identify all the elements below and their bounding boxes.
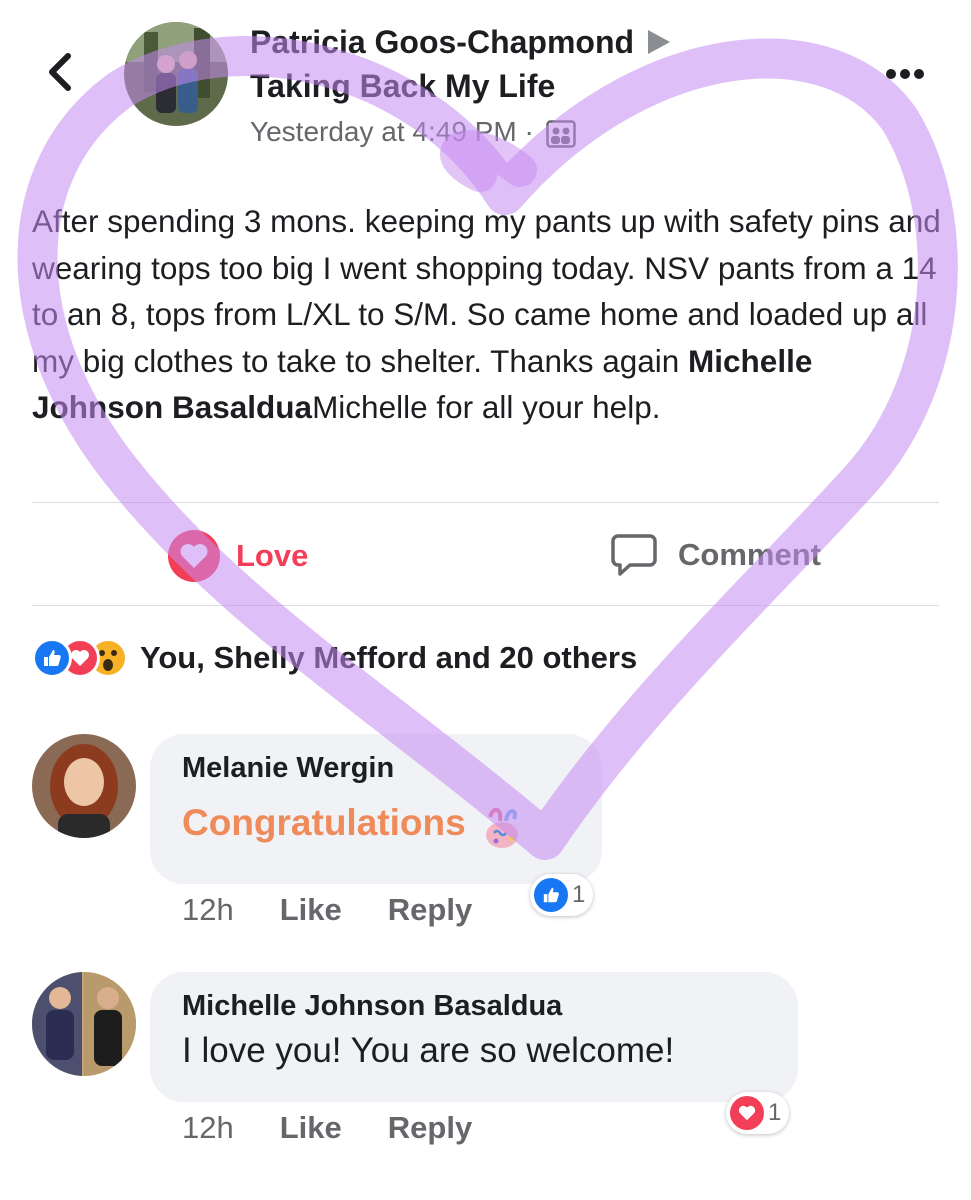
comment-button[interactable]: Comment <box>610 532 821 578</box>
post-text: After spending 3 mons. keeping my pants … <box>32 198 942 431</box>
back-chevron-icon[interactable] <box>38 48 86 96</box>
comment-text: I love you! You are so welcome! <box>182 1031 675 1070</box>
reactions-summary-text: You, Shelly Mefford and 20 others <box>140 640 638 675</box>
like-reaction-icon <box>534 878 568 912</box>
commenter-name[interactable]: Michelle Johnson Basaldua <box>182 990 766 1023</box>
share-arrow-icon <box>648 29 671 54</box>
reactions-summary[interactable]: You, Shelly Mefford and 20 others <box>32 638 637 678</box>
comment-icon <box>611 534 657 576</box>
group-audience-icon <box>545 119 576 148</box>
like-reaction-icon <box>32 638 72 678</box>
comment-bubble[interactable]: Melanie Wergin Congratulations <box>150 734 602 884</box>
comment-meta: 12h Like Reply <box>182 892 472 928</box>
divider-top <box>32 502 939 503</box>
author-line: Patricia Goos-Chapmond <box>250 24 671 61</box>
comment-text: Congratulations <box>182 799 570 851</box>
comment-button-label: Comment <box>678 537 821 572</box>
post-timestamp[interactable]: Yesterday at 4:49 PM <box>250 116 517 147</box>
author-name[interactable]: Patricia Goos-Chapmond <box>250 24 634 60</box>
love-button-label: Love <box>236 538 309 573</box>
divider-bottom <box>32 605 939 606</box>
comment-time[interactable]: 12h <box>182 1110 234 1146</box>
love-reaction-icon <box>730 1096 764 1130</box>
commenter-name[interactable]: Melanie Wergin <box>182 752 570 785</box>
comment-like-button[interactable]: Like <box>280 1110 342 1146</box>
comment-reply-button[interactable]: Reply <box>388 892 472 928</box>
more-options-icon[interactable] <box>886 66 932 80</box>
comment-reaction-badge[interactable]: 1 <box>530 874 594 916</box>
love-reaction-icon <box>168 530 220 582</box>
confetti-icon <box>485 807 518 848</box>
commenter-avatar[interactable] <box>32 734 136 838</box>
post-text-after: Michelle for all your help. <box>312 389 661 425</box>
comment-text-value: Congratulations <box>182 801 466 843</box>
comment-time[interactable]: 12h <box>182 892 234 928</box>
comment-bubble[interactable]: Michelle Johnson Basaldua I love you! Yo… <box>150 972 798 1102</box>
comment-reply-button[interactable]: Reply <box>388 1110 472 1146</box>
group-name[interactable]: Taking Back My Life <box>250 68 555 105</box>
commenter-avatar[interactable] <box>32 972 136 1076</box>
comment-reaction-count: 1 <box>572 881 586 908</box>
author-avatar[interactable] <box>124 22 228 126</box>
comment-reaction-count: 1 <box>768 1099 782 1126</box>
comment-like-button[interactable]: Like <box>280 892 342 928</box>
comment-meta: 12h Like Reply <box>182 1110 472 1146</box>
love-button[interactable]: Love <box>168 530 308 582</box>
comment-reaction-badge[interactable]: 1 <box>726 1092 790 1134</box>
timestamp-separator: · <box>524 116 534 147</box>
post-timestamp-row: Yesterday at 4:49 PM · <box>250 116 576 148</box>
